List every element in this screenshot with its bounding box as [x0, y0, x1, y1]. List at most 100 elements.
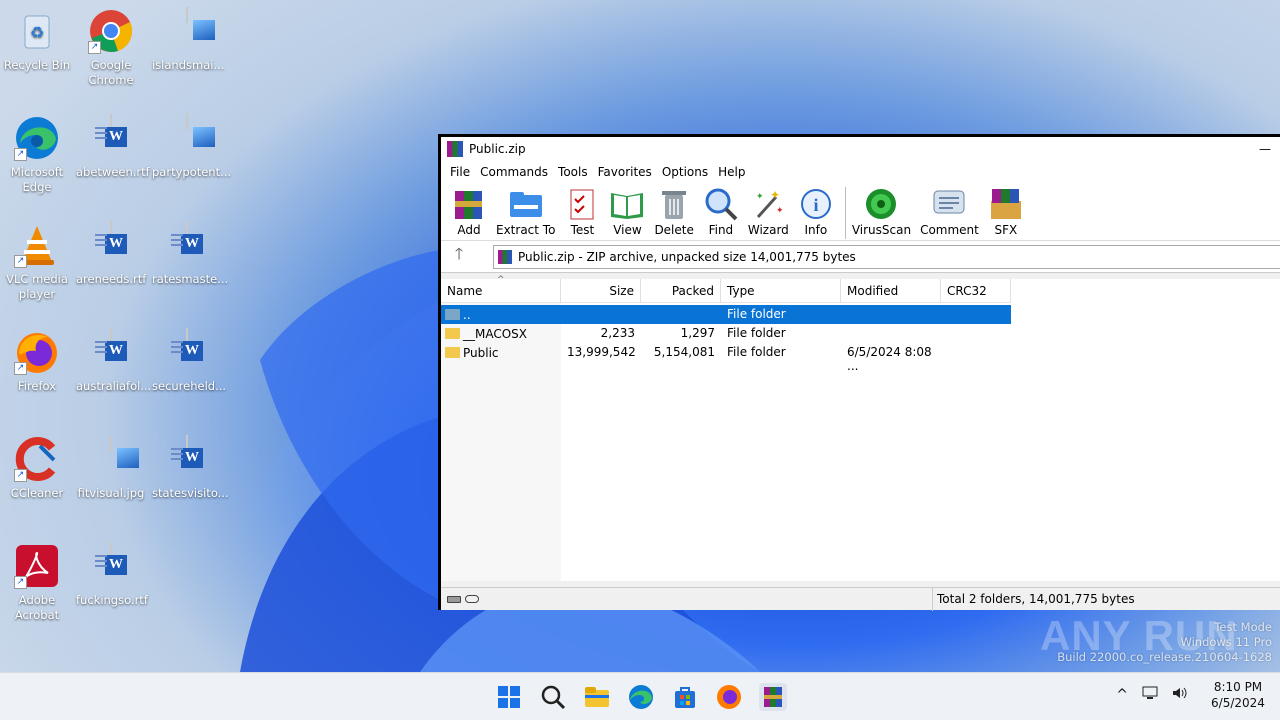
network-icon[interactable] [1142, 686, 1158, 704]
test-mode-watermark: Test Mode Windows 11 Pro Build 22000.co_… [1057, 620, 1272, 665]
file-explorer-icon[interactable] [583, 683, 611, 711]
table-row[interactable]: Public 13,999,542 5,154,081 File folder … [441, 343, 941, 373]
desktop-icon-abetween[interactable]: W abetween.rtf [76, 114, 150, 180]
magic-wand-icon: ✦ ✦ ✦ [750, 187, 786, 221]
desktop-icon-islandsmai[interactable]: islandsmai... [152, 7, 224, 73]
watermark-line: Windows 11 Pro [1180, 635, 1272, 649]
winrar-window[interactable]: Public.zip — File Commands Tools Favorit… [438, 134, 1280, 611]
row-size: 2,233 [600, 326, 635, 340]
chevron-up-icon[interactable]: ^ [1116, 687, 1128, 703]
column-header-type[interactable]: Type [721, 279, 841, 303]
volume-icon[interactable] [1172, 686, 1188, 704]
desktop-icon-label: statesvisito... [152, 486, 229, 500]
virusscan-label: VirusScan [851, 223, 912, 237]
column-header-size[interactable]: Size [561, 279, 641, 303]
add-button[interactable]: Add [451, 187, 487, 237]
window-titlebar[interactable]: Public.zip — [441, 137, 1280, 161]
view-button[interactable]: View [609, 187, 645, 237]
row-size: 13,999,542 [567, 345, 636, 359]
column-header-row: ^ Name Size Packed Type Modified CRC32 [441, 275, 1011, 303]
desktop-icon-statesvisito[interactable]: W statesvisito... [152, 435, 229, 501]
find-button[interactable]: Find [703, 187, 739, 237]
svg-text:i: i [813, 195, 818, 215]
shortcut-arrow-icon: ↗ [14, 576, 27, 589]
menu-favorites[interactable]: Favorites [593, 165, 657, 179]
column-header-name[interactable]: ^ Name [441, 275, 561, 303]
acrobat-icon: ↗ [14, 543, 60, 589]
window-title: Public.zip [469, 142, 526, 156]
key-icon[interactable] [465, 595, 479, 603]
winrar-icon[interactable] [759, 683, 787, 711]
test-checklist-icon [564, 187, 600, 221]
desktop-icon-vlc[interactable]: ↗ VLC media player [2, 222, 72, 302]
desktop-icon-ccleaner[interactable]: ↗ CCleaner [2, 436, 72, 501]
desktop-icon-label: Google Chrome [88, 58, 134, 87]
sfx-label: SFX [994, 223, 1018, 237]
archive-path-text: Public.zip - ZIP archive, unpacked size … [518, 249, 856, 264]
wizard-button[interactable]: ✦ ✦ ✦ Wizard [748, 187, 789, 237]
archive-path-field[interactable]: Public.zip - ZIP archive, unpacked size … [493, 244, 1280, 269]
svg-text:✦: ✦ [770, 188, 780, 202]
desktop-icon-fuckingso[interactable]: W fuckingso.rtf [76, 542, 148, 608]
menu-tools[interactable]: Tools [553, 165, 593, 179]
magnifier-icon [703, 187, 739, 221]
table-row[interactable]: .. File folder [441, 305, 1011, 324]
drive-icon[interactable] [447, 595, 461, 603]
clock-time: 8:10 PM [1213, 680, 1263, 694]
shortcut-arrow-icon: ↗ [88, 41, 101, 54]
menu-help[interactable]: Help [713, 165, 750, 179]
winrar-icon [447, 141, 463, 157]
menu-options[interactable]: Options [657, 165, 713, 179]
desktop-icon-partypotent[interactable]: partypotent... [152, 114, 231, 180]
column-header-packed[interactable]: Packed [641, 279, 721, 303]
desktop-icon-firefox[interactable]: ↗ Firefox [2, 329, 72, 394]
up-folder-button[interactable]: 🡑 [441, 243, 477, 270]
edge-icon[interactable] [627, 683, 655, 711]
menu-file[interactable]: File [445, 165, 475, 179]
add-label: Add [457, 223, 481, 237]
comment-button[interactable]: Comment [920, 187, 979, 237]
desktop-icon-label: Recycle Bin [3, 58, 71, 72]
column-header-modified[interactable]: Modified [841, 279, 941, 303]
info-button[interactable]: i Info [798, 187, 834, 237]
comment-icon [931, 187, 967, 221]
desktop-icon-chrome[interactable]: ↗ Google Chrome [76, 8, 146, 88]
delete-label: Delete [654, 223, 694, 237]
menu-commands[interactable]: Commands [475, 165, 553, 179]
status-bar: Total 2 folders, 14,001,775 bytes [441, 587, 1280, 611]
row-packed [641, 305, 721, 324]
desktop-icon-australiafol[interactable]: W australiafol... [76, 328, 151, 394]
desktop-icon-acrobat[interactable]: ↗ Adobe Acrobat [2, 543, 72, 623]
row-name: Public [463, 345, 499, 360]
extract-to-button[interactable]: Extract To [496, 187, 555, 237]
store-icon[interactable] [671, 683, 699, 711]
image-file-icon [88, 435, 139, 482]
test-button[interactable]: Test [564, 187, 600, 237]
table-row[interactable]: __MACOSX 2,233 1,297 File folder [441, 324, 941, 343]
sfx-button[interactable]: SFX [988, 187, 1024, 237]
desktop-icon-edge[interactable]: ↗ Microsoft Edge [2, 115, 72, 195]
clock[interactable]: 8:10 PM 6/5/2024 [1208, 679, 1268, 711]
desktop-icon-areneeds[interactable]: W areneeds.rtf [76, 221, 147, 287]
row-packed: 5,154,081 [653, 345, 715, 359]
delete-button[interactable]: Delete [654, 187, 694, 237]
svg-text:✦: ✦ [776, 206, 784, 216]
address-bar: 🡑 Public.zip - ZIP archive, unpacked siz… [441, 241, 1280, 273]
row-packed: 1,297 [680, 326, 715, 340]
minimize-button[interactable]: — [1250, 142, 1280, 156]
search-icon[interactable] [539, 683, 567, 711]
virusscan-button[interactable]: VirusScan [852, 187, 911, 237]
start-icon[interactable] [495, 683, 523, 711]
desktop-icon-label: areneeds.rtf [76, 272, 147, 286]
desktop-icon-secureheld[interactable]: W secureheld... [152, 328, 227, 394]
column-header-crc32[interactable]: CRC32 [941, 279, 1011, 303]
svg-text:✦: ✦ [756, 192, 764, 202]
desktop-icon-recycle-bin[interactable]: ♻ Recycle Bin [2, 8, 72, 73]
desktop-icon-ratesmaste[interactable]: W ratesmaste... [152, 221, 228, 287]
taskbar: ^ 8:10 PM 6/5/2024 [0, 672, 1280, 720]
clock-date: 6/5/2024 [1211, 696, 1265, 710]
desktop-icon-fitvisual[interactable]: fitvisual.jpg [76, 435, 146, 501]
firefox-icon[interactable] [715, 683, 743, 711]
file-list[interactable]: ^ Name Size Packed Type Modified CRC32 ..… [441, 275, 1280, 581]
desktop-icon-label: secureheld... [152, 379, 227, 393]
